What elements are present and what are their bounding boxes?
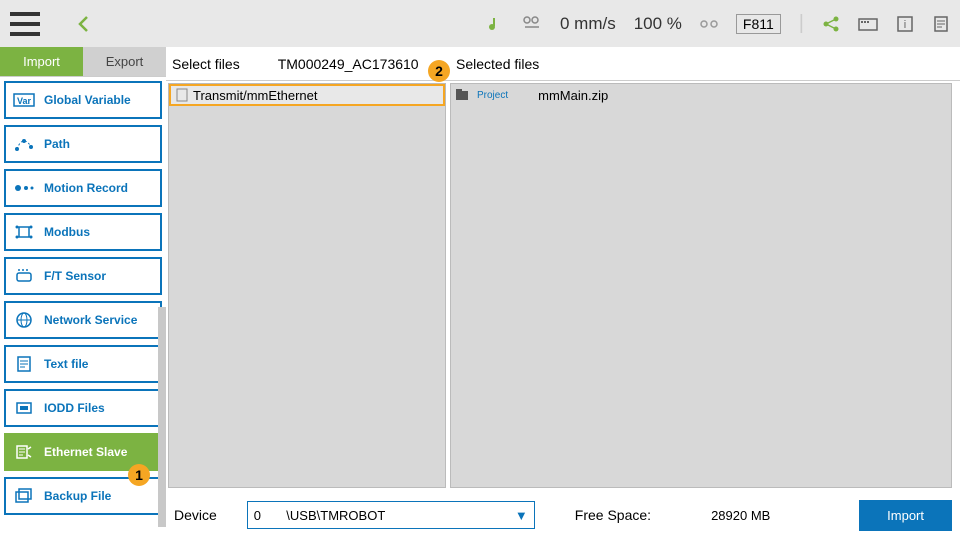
sidebar-item-label: Network Service	[44, 313, 137, 327]
speed-icon	[522, 15, 542, 33]
robot-icon	[486, 15, 504, 33]
list-item[interactable]: Project mmMain.zip	[451, 84, 951, 106]
keyboard-icon[interactable]	[858, 16, 878, 32]
sidebar-item-global-variable[interactable]: Var Global Variable	[4, 81, 162, 119]
back-arrow-icon[interactable]	[75, 14, 95, 34]
var-icon: Var	[12, 88, 36, 112]
file-icon	[175, 88, 189, 102]
list-item-label: mmMain.zip	[538, 88, 608, 103]
sidebar-item-network-service[interactable]: Network Service	[4, 301, 162, 339]
header-row: Select files TM000249_AC173610 Selected …	[166, 47, 960, 81]
sidebar-item-label: Ethernet Slave	[44, 445, 127, 459]
motion-icon	[12, 176, 36, 200]
device-id: TM000249_AC173610	[278, 56, 419, 72]
sidebar-item-label: Backup File	[44, 489, 111, 503]
sidebar-item-label: IODD Files	[44, 401, 105, 415]
iodd-icon	[12, 396, 36, 420]
selected-files-list[interactable]: Project mmMain.zip	[450, 83, 952, 488]
footer-row: Device 0 \USB\TMROBOT ▼ Free Space: 2892…	[166, 490, 960, 540]
device-select[interactable]: 0 \USB\TMROBOT ▼	[247, 501, 535, 529]
sidebar-item-text-file[interactable]: Text file	[4, 345, 162, 383]
code-box: F811	[736, 14, 781, 34]
selected-files-label: Selected files	[456, 56, 539, 72]
content: Select files TM000249_AC173610 Selected …	[166, 47, 960, 540]
sensor-icon	[12, 264, 36, 288]
percent-value: 100 %	[634, 14, 682, 34]
device-select-value: 0 \USB\TMROBOT	[254, 508, 385, 523]
select-files-list[interactable]: Transmit/mmEthernet	[168, 83, 446, 488]
lists-row: Transmit/mmEthernet Project mmMain.zip	[166, 81, 960, 490]
link-icon	[700, 18, 718, 30]
select-files-label: Select files	[172, 56, 240, 72]
list-item[interactable]: Transmit/mmEthernet	[169, 84, 445, 106]
project-tag: Project	[477, 90, 508, 101]
top-status: 0 mm/s 100 % F811 | i	[486, 12, 950, 35]
sidebar-item-label: Modbus	[44, 225, 90, 239]
badge-2: 2	[428, 60, 450, 82]
list-item-label: Transmit/mmEthernet	[193, 88, 318, 103]
sidebar-item-motion-record[interactable]: Motion Record	[4, 169, 162, 207]
sidebar-item-label: Motion Record	[44, 181, 128, 195]
backup-icon	[12, 484, 36, 508]
doc-icon[interactable]	[932, 15, 950, 33]
tab-row: Import Export	[0, 47, 166, 77]
modbus-icon	[12, 220, 36, 244]
device-label: Device	[174, 507, 217, 523]
path-icon	[12, 132, 36, 156]
sidebar-item-label: Path	[44, 137, 70, 151]
badge-1: 1	[128, 464, 150, 486]
free-space-label: Free Space:	[575, 507, 651, 523]
sidebar-item-ft-sensor[interactable]: F/T Sensor	[4, 257, 162, 295]
svg-text:i: i	[904, 19, 906, 31]
tab-import[interactable]: Import	[0, 47, 83, 76]
tab-export[interactable]: Export	[83, 47, 166, 76]
info-icon[interactable]: i	[896, 15, 914, 33]
textfile-icon	[12, 352, 36, 376]
chevron-down-icon: ▼	[515, 508, 528, 523]
speed-value: 0 mm/s	[560, 14, 616, 34]
sidebar-item-label: F/T Sensor	[44, 269, 106, 283]
sidebar-item-modbus[interactable]: Modbus	[4, 213, 162, 251]
sidebar-item-label: Text file	[44, 357, 88, 371]
sidebar-item-path[interactable]: Path	[4, 125, 162, 163]
ethernet-icon	[12, 440, 36, 464]
svg-text:Var: Var	[17, 96, 32, 106]
sidebar-scrollbar[interactable]	[158, 307, 166, 527]
share-icon[interactable]	[822, 15, 840, 33]
top-bar: 0 mm/s 100 % F811 | i	[0, 0, 960, 47]
menu-icon[interactable]	[10, 12, 40, 36]
sidebar-item-label: Global Variable	[44, 93, 131, 107]
network-icon	[12, 308, 36, 332]
import-button[interactable]: Import	[859, 500, 952, 531]
sidebar-item-iodd-files[interactable]: IODD Files	[4, 389, 162, 427]
free-space-value: 28920 MB	[711, 508, 770, 523]
project-icon	[455, 88, 469, 102]
